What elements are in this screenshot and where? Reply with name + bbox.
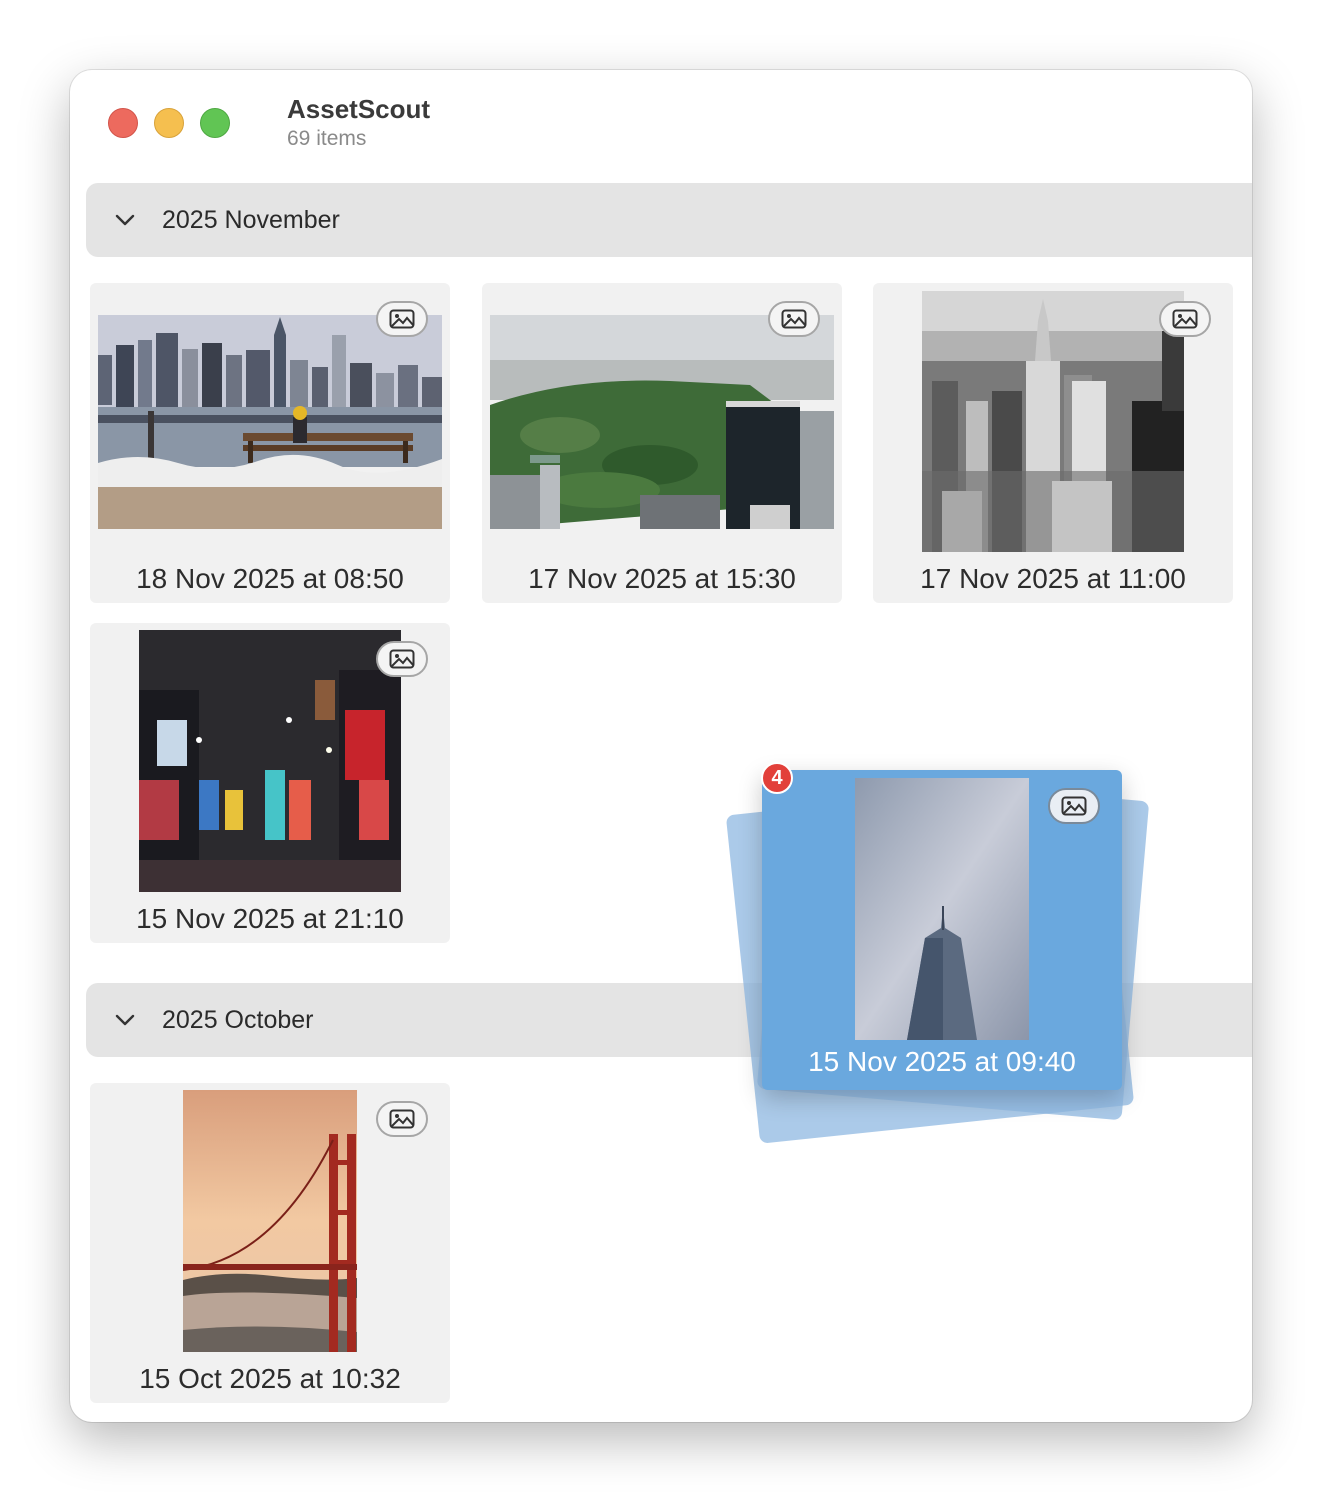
asset-card[interactable]: 18 Nov 2025 at 08:50	[90, 283, 450, 603]
photo-icon	[376, 301, 428, 337]
item-count: 69 items	[287, 127, 367, 150]
drag-preview-stack[interactable]: 15 Nov 2025 at 09:40 4	[725, 755, 1170, 1155]
photo-icon	[768, 301, 820, 337]
asset-card[interactable]: 17 Nov 2025 at 15:30	[482, 283, 842, 603]
chevron-down-icon[interactable]	[114, 209, 136, 231]
one-world-trade-photo	[855, 778, 1029, 1040]
app-window: AssetScout 69 items 2025 November 18 Nov…	[70, 70, 1252, 1422]
skyline-bench-photo	[98, 315, 442, 529]
zoom-window-button[interactable]	[200, 108, 230, 138]
asset-caption: 18 Nov 2025 at 08:50	[136, 563, 404, 594]
asset-caption: 15 Oct 2025 at 10:32	[139, 1363, 401, 1394]
asset-card[interactable]: 17 Nov 2025 at 11:00	[873, 283, 1233, 603]
central-park-aerial-photo	[490, 315, 834, 529]
dragged-asset-caption: 15 Nov 2025 at 09:40	[808, 1046, 1076, 1077]
asset-card[interactable]: 15 Oct 2025 at 10:32	[90, 1083, 450, 1403]
dragged-asset-card[interactable]: 15 Nov 2025 at 09:40	[762, 770, 1122, 1090]
photo-icon	[1048, 788, 1100, 824]
photo-icon	[1159, 301, 1211, 337]
golden-gate-bridge-photo	[183, 1090, 357, 1352]
drag-count-badge: 4	[761, 762, 793, 794]
asset-caption: 17 Nov 2025 at 15:30	[528, 563, 796, 594]
section-header-november[interactable]: 2025 November	[86, 183, 1252, 257]
asset-caption: 15 Nov 2025 at 21:10	[136, 903, 404, 934]
minimize-window-button[interactable]	[154, 108, 184, 138]
app-title: AssetScout	[287, 94, 431, 124]
chevron-down-icon[interactable]	[114, 1009, 136, 1031]
empire-state-bw-photo	[922, 291, 1184, 552]
photo-icon	[376, 641, 428, 677]
close-window-button[interactable]	[108, 108, 138, 138]
asset-card[interactable]: 15 Nov 2025 at 21:10	[90, 623, 450, 943]
photo-icon	[376, 1101, 428, 1137]
asset-caption: 17 Nov 2025 at 11:00	[920, 563, 1186, 594]
times-square-night-photo	[139, 630, 401, 892]
section-label: 2025 October	[162, 1005, 314, 1034]
section-label: 2025 November	[162, 205, 340, 234]
